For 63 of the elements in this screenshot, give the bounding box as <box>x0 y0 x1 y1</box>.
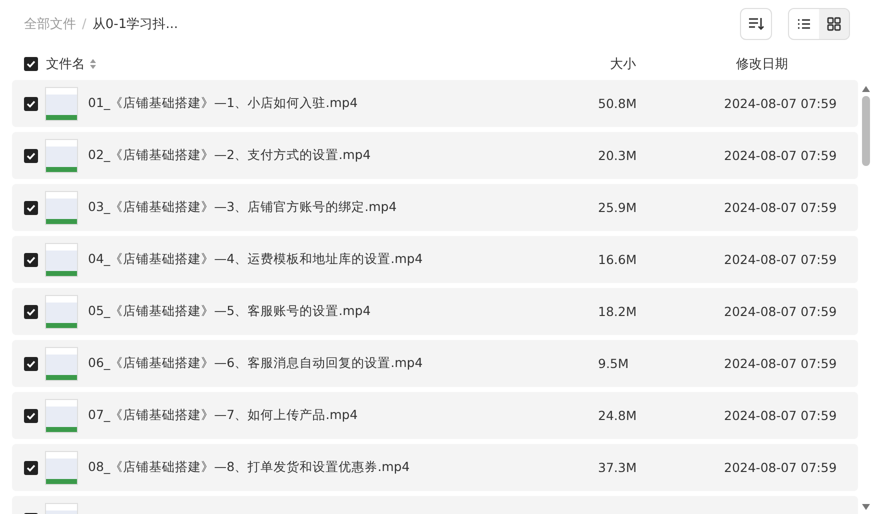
column-header[interactable]: 文件名 <box>46 55 85 73</box>
video-thumbnail <box>45 398 78 432</box>
row-checkbox[interactable] <box>24 304 38 318</box>
list-view-button[interactable] <box>789 9 819 39</box>
select-all-checkbox[interactable] <box>24 57 38 71</box>
file-name: 01_《店铺基础搭建》—1、小店如何入驻.mp4 <box>88 95 359 112</box>
row-checkbox[interactable] <box>24 252 38 266</box>
row-checkbox[interactable] <box>24 408 38 422</box>
file-name: 07_《店铺基础搭建》—7、如何上传产品.mp4 <box>88 407 359 424</box>
file-row[interactable]: 01_《店铺基础搭建》—1、小店如何入驻.mp4 50.8M 2024-08-07 07:59 <box>12 80 858 127</box>
file-row[interactable]: 08_《店铺基础搭建》—8、打单发货和设置优惠券.mp4 37.3M 2024-08-07 07:59 <box>12 444 858 491</box>
file-name: 05_《店铺基础搭建》—5、客服账号的设置.mp4 <box>88 303 372 320</box>
file-name: 08_《店铺基础搭建》—8、打单发货和设置优惠券.mp4 <box>88 459 411 476</box>
modified-date: 2024-08-07 07:59 <box>724 408 837 423</box>
video-thumbnail <box>45 294 78 328</box>
video-thumbnail <box>45 346 78 380</box>
column-header[interactable]: 修改日期 <box>736 55 788 73</box>
scrollbar-thumb[interactable] <box>862 96 870 166</box>
modified-date: 2024-08-07 07:59 <box>724 200 837 215</box>
breadcrumb-separator: / <box>82 16 86 32</box>
file-row[interactable]: 06_《店铺基础搭建》—6、客服消息自动回复的设置.mp4 9.5M 2024-08-07 07:59 <box>12 340 858 387</box>
modified-date: 2024-08-07 07:59 <box>724 96 837 111</box>
file-size: 24.8M <box>598 408 638 423</box>
video-thumbnail <box>45 86 78 120</box>
modified-date: 2024-08-07 07:59 <box>724 148 837 163</box>
file-name: 04_《店铺基础搭建》—4、运费模板和地址库的设置.mp4 <box>88 251 424 268</box>
file-name: 06_《店铺基础搭建》—6、客服消息自动回复的设置.mp4 <box>88 355 424 372</box>
modified-date: 2024-08-07 07:59 <box>724 356 837 371</box>
sort-arrows-icon[interactable] <box>89 58 97 70</box>
video-thumbnail <box>45 190 78 224</box>
file-row[interactable]: 04_《店铺基础搭建》—4、运费模板和地址库的设置.mp4 16.6M 2024-08-07 07:59 <box>12 236 858 283</box>
row-checkbox[interactable] <box>24 148 38 162</box>
sort-button[interactable] <box>740 8 772 40</box>
grid-icon <box>827 17 841 31</box>
file-row[interactable]: 05_《店铺基础搭建》—5、客服账号的设置.mp4 18.2M 2024-08-07 07:59 <box>12 288 858 335</box>
modified-date: 2024-08-07 07:59 <box>724 304 837 319</box>
video-thumbnail <box>45 138 78 172</box>
list-icon <box>797 18 811 30</box>
scroll-up-icon[interactable] <box>862 86 870 92</box>
file-row[interactable]: 03_《店铺基础搭建》—3、店铺官方账号的绑定.mp4 25.9M 2024-08-07 07:59 <box>12 184 858 231</box>
file-size: 25.9M <box>598 200 638 215</box>
file-size: 20.3M <box>598 148 638 163</box>
row-checkbox[interactable] <box>24 356 38 370</box>
video-thumbnail <box>45 450 78 484</box>
breadcrumb-item[interactable]: 从0-1学习抖... <box>92 15 178 33</box>
file-size: 37.3M <box>598 460 638 475</box>
file-row[interactable]: 02_《店铺基础搭建》—2、支付方式的设置.mp4 20.3M 2024-08-07 07:59 <box>12 132 858 179</box>
modified-date: 2024-08-07 07:59 <box>724 252 837 267</box>
row-checkbox[interactable] <box>24 460 38 474</box>
scroll-down-icon[interactable] <box>862 504 870 510</box>
file-size: 50.8M <box>598 96 638 111</box>
file-row[interactable]: 07_《店铺基础搭建》—7、如何上传产品.mp4 24.8M 2024-08-07 07:59 <box>12 392 858 439</box>
video-thumbnail <box>45 242 78 276</box>
file-size: 16.6M <box>598 252 638 267</box>
sort-icon <box>748 17 764 31</box>
file-size: 18.2M <box>598 304 638 319</box>
row-checkbox[interactable] <box>24 200 38 214</box>
file-size: 9.5M <box>598 356 630 371</box>
modified-date: 2024-08-07 07:59 <box>724 460 837 475</box>
file-name: 02_《店铺基础搭建》—2、支付方式的设置.mp4 <box>88 147 372 164</box>
column-header[interactable]: 大小 <box>610 55 736 73</box>
file-name: 03_《店铺基础搭建》—3、店铺官方账号的绑定.mp4 <box>88 199 398 216</box>
row-checkbox[interactable] <box>24 96 38 110</box>
